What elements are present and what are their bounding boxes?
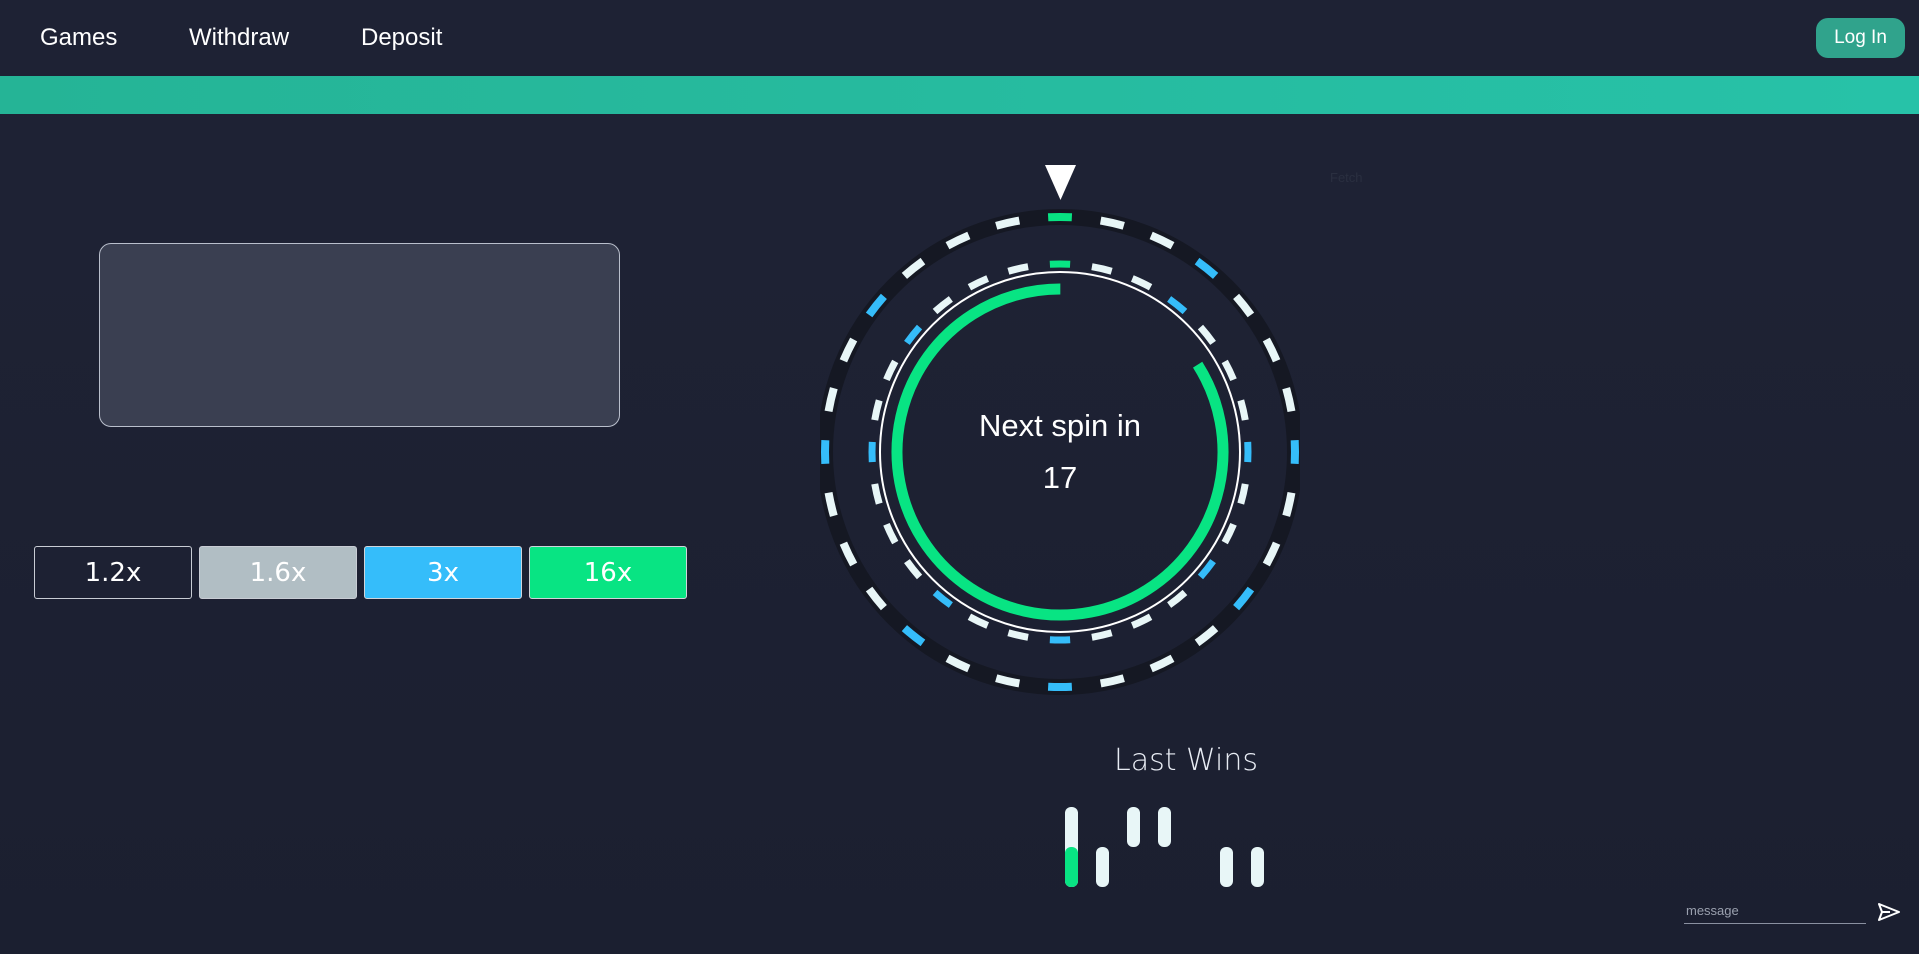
wheel-segment [967,275,990,291]
multiplier-button-1-2x[interactable]: 1.2x [34,546,192,599]
wheel-segment [1221,522,1237,545]
wheel-segment [883,522,899,545]
wheel-segment [1244,441,1252,463]
wheel-segment [883,359,899,382]
wheel-segment [1130,613,1153,629]
wheel-segment [1237,399,1249,421]
next-spin-label: Next spin in [979,408,1141,443]
wheel-segment [1007,263,1029,275]
nav-games-link[interactable]: Games [40,24,117,52]
multiplier-button-1-6x[interactable]: 1.6x [199,546,357,599]
wheel-segment [1130,275,1153,291]
top-navigation: Games Withdraw Deposit Log In [0,0,1919,76]
last-win-bar [1127,807,1140,847]
wheel-segment [1049,260,1071,268]
wheel-segment [1047,682,1073,691]
wheel-segment [1237,483,1249,505]
page: Games Withdraw Deposit Log In 1.2x 1.6x … [0,0,1919,954]
wheel-segment [1007,629,1029,641]
last-wins-title: Last Wins [1114,743,1259,778]
chat-message-input[interactable] [1684,898,1866,924]
pointer-triangle-icon [1045,165,1076,200]
wheel-segment [1091,263,1113,275]
wheel-segment [1221,359,1237,382]
faint-label: Fetch [1330,170,1363,185]
multiplier-label: 1.6x [249,557,307,588]
wheel-segment [1047,213,1073,222]
bet-panel [99,243,620,427]
countdown-progress-ring [891,283,1229,621]
multiplier-button-3x[interactable]: 3x [364,546,522,599]
wheel-segment [1049,636,1071,644]
last-wins-chart [1065,807,1264,887]
accent-banner [0,76,1919,114]
inner-ring-border [879,271,1241,633]
wheel-segment [1290,439,1299,465]
multiplier-label: 3x [427,557,459,588]
login-button[interactable]: Log In [1816,18,1905,58]
wheel-segment [871,483,883,505]
nav-withdraw-link[interactable]: Withdraw [189,24,289,52]
inner-ring-segments [868,260,1252,644]
wheel-segment [868,441,876,463]
multiplier-label: 16x [583,557,633,588]
wheel-segment [1282,387,1296,413]
countdown-value: 17 [1042,460,1078,495]
nav-deposit-link[interactable]: Deposit [361,24,442,52]
send-icon[interactable] [1878,903,1900,921]
last-win-bar [1158,807,1171,847]
last-win-bar [1096,847,1109,887]
multiplier-button-16x[interactable]: 16x [529,546,687,599]
wheel-segment [821,439,830,465]
wheel-segment [824,491,838,517]
wheel-segment [995,216,1021,230]
wheel-segment [871,399,883,421]
wheel-segment [967,613,990,629]
wheel-segment [1099,674,1125,688]
last-win-bar [1220,847,1233,887]
last-win-bar [1251,847,1264,887]
wheel-segment [1091,629,1113,641]
last-win-bar-fill [1065,847,1078,887]
multiplier-label: 1.2x [84,557,142,588]
